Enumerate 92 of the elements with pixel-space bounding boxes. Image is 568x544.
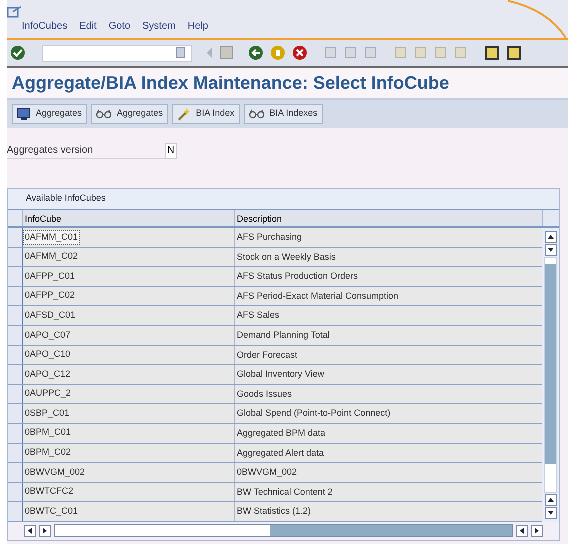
left-arrow-icon (28, 528, 32, 534)
menu-item[interactable]: InfoCubes (22, 19, 68, 34)
row-selector[interactable] (8, 365, 23, 384)
toolbar-button[interactable]: Aggregates (12, 104, 88, 124)
table-cell: Global Spend (Point-to-Point Connect) (235, 404, 542, 423)
glasses-icon (96, 109, 112, 119)
select-all-cell[interactable] (8, 210, 23, 226)
row-selector[interactable] (8, 404, 23, 423)
row-selector[interactable] (8, 482, 23, 502)
table-cell-text: 0AFPP_C02 (24, 289, 76, 302)
table-cell-text: 0APO_C12 (24, 368, 72, 381)
row-selector[interactable] (8, 267, 23, 286)
table-cell: Stock on a Weekly Basis (235, 248, 542, 266)
cancel-icon[interactable] (292, 45, 308, 61)
toolbar-button[interactable]: BIA Indexes (244, 104, 323, 124)
scroll-left-button[interactable] (24, 524, 36, 537)
page-title: Aggregate/BIA Index Maintenance: Select InfoCube (12, 72, 450, 95)
table-title: Available InfoCubes (26, 192, 106, 206)
row-selector[interactable] (8, 248, 23, 266)
left-arrow-icon (520, 528, 524, 534)
row-selector[interactable] (8, 228, 23, 247)
menu-item[interactable]: System (142, 19, 176, 34)
toolbar-button[interactable]: Aggregates (91, 104, 168, 124)
up-arrow-icon (548, 498, 554, 502)
row-selector[interactable] (8, 286, 23, 306)
toolbar-button[interactable]: BIA Index (172, 104, 240, 124)
table-cell: AFS Status Production Orders (235, 267, 542, 286)
table-cell-text: 0BPM_C02 (24, 446, 72, 460)
table-cell-text: 0APO_C07 (24, 328, 72, 342)
down-arrow-icon (548, 510, 554, 515)
field-label: Aggregates version (7, 143, 165, 159)
table-cell-text: 0SBP_C01 (24, 406, 71, 420)
version-field[interactable]: N (165, 143, 177, 159)
table-cell-text: 0AUPPC_2 (24, 387, 72, 400)
up-arrow-icon (548, 235, 554, 239)
menu-item[interactable]: Goto (108, 19, 131, 34)
row-selector[interactable] (8, 424, 23, 443)
table-cell-text: 0BWTCFC2 (24, 485, 75, 498)
checkmark-icon[interactable] (10, 45, 26, 61)
back-icon[interactable] (248, 45, 264, 61)
row-selector[interactable] (8, 326, 23, 345)
table-cell: Order Forecast (235, 346, 542, 364)
table-cell: Global Inventory View (235, 365, 542, 384)
table-cell-text: 0BWVGM_002 (24, 466, 86, 479)
column-header[interactable]: InfoCube (23, 210, 235, 226)
table-cell: AFS Purchasing (235, 228, 542, 247)
scroll-down-button[interactable] (544, 506, 556, 519)
horizontal-scrollbar-track[interactable] (54, 524, 513, 538)
row-selector[interactable] (8, 306, 23, 325)
window-menu-icon[interactable] (7, 6, 23, 18)
exit-icon[interactable] (270, 45, 286, 61)
table-cell: AFS Sales (235, 306, 542, 325)
table-cell: 0BWVGM_002 (235, 463, 542, 482)
row-selector[interactable] (8, 502, 23, 521)
row-selector[interactable] (8, 463, 23, 482)
scroll-right-button[interactable] (531, 524, 543, 537)
table-cell-text: 0AFSD_C01 (24, 308, 77, 322)
table-cell: Aggregated BPM data (235, 424, 542, 443)
column-settings-cell[interactable] (542, 210, 559, 226)
table-cell-text: 0APO_C10 (24, 348, 72, 362)
wand-icon (177, 107, 192, 121)
row-selector[interactable] (8, 346, 23, 364)
table-cell: Aggregated Alert data (235, 444, 542, 462)
table-cell: BW Technical Content 2 (235, 482, 542, 502)
table-cell-text: 0AFPP_C01 (24, 270, 76, 283)
scroll-up-button[interactable] (544, 231, 556, 243)
table-cell-text: 0AFMM_C02 (24, 250, 80, 264)
menu-item[interactable]: Edit (80, 19, 97, 34)
dropdown-icon[interactable] (176, 47, 186, 59)
scroll-left-button[interactable] (516, 524, 528, 537)
row-selector[interactable] (8, 384, 23, 404)
right-arrow-icon (43, 528, 47, 534)
scroll-right-button[interactable] (39, 524, 51, 537)
down-arrow-icon (548, 248, 554, 252)
monitor-icon (17, 107, 31, 121)
command-field[interactable] (42, 44, 192, 62)
horizontal-scrollbar-thumb[interactable] (55, 525, 270, 536)
menu-item[interactable]: Help (188, 19, 208, 34)
row-selector[interactable] (8, 444, 23, 462)
table-cell: 0AFMM_C01 (23, 230, 80, 246)
table-cell-text: 0BWTC_C01 (24, 504, 80, 518)
glasses-icon (248, 109, 265, 119)
column-header[interactable]: Description (235, 210, 542, 226)
table-cell: Demand Planning Total (235, 326, 542, 345)
table-cell-text: 0BPM_C01 (24, 426, 72, 440)
table-cell: BW Statistics (1.2) (235, 502, 542, 521)
table-cell: Goods Issues (235, 384, 542, 404)
scroll-down-button[interactable] (544, 244, 556, 256)
scrollbar-thumb[interactable] (545, 264, 556, 464)
table-cell: AFS Period-Exact Material Consumption (235, 286, 542, 306)
right-arrow-icon (535, 528, 539, 534)
scroll-up-button[interactable] (544, 494, 556, 506)
